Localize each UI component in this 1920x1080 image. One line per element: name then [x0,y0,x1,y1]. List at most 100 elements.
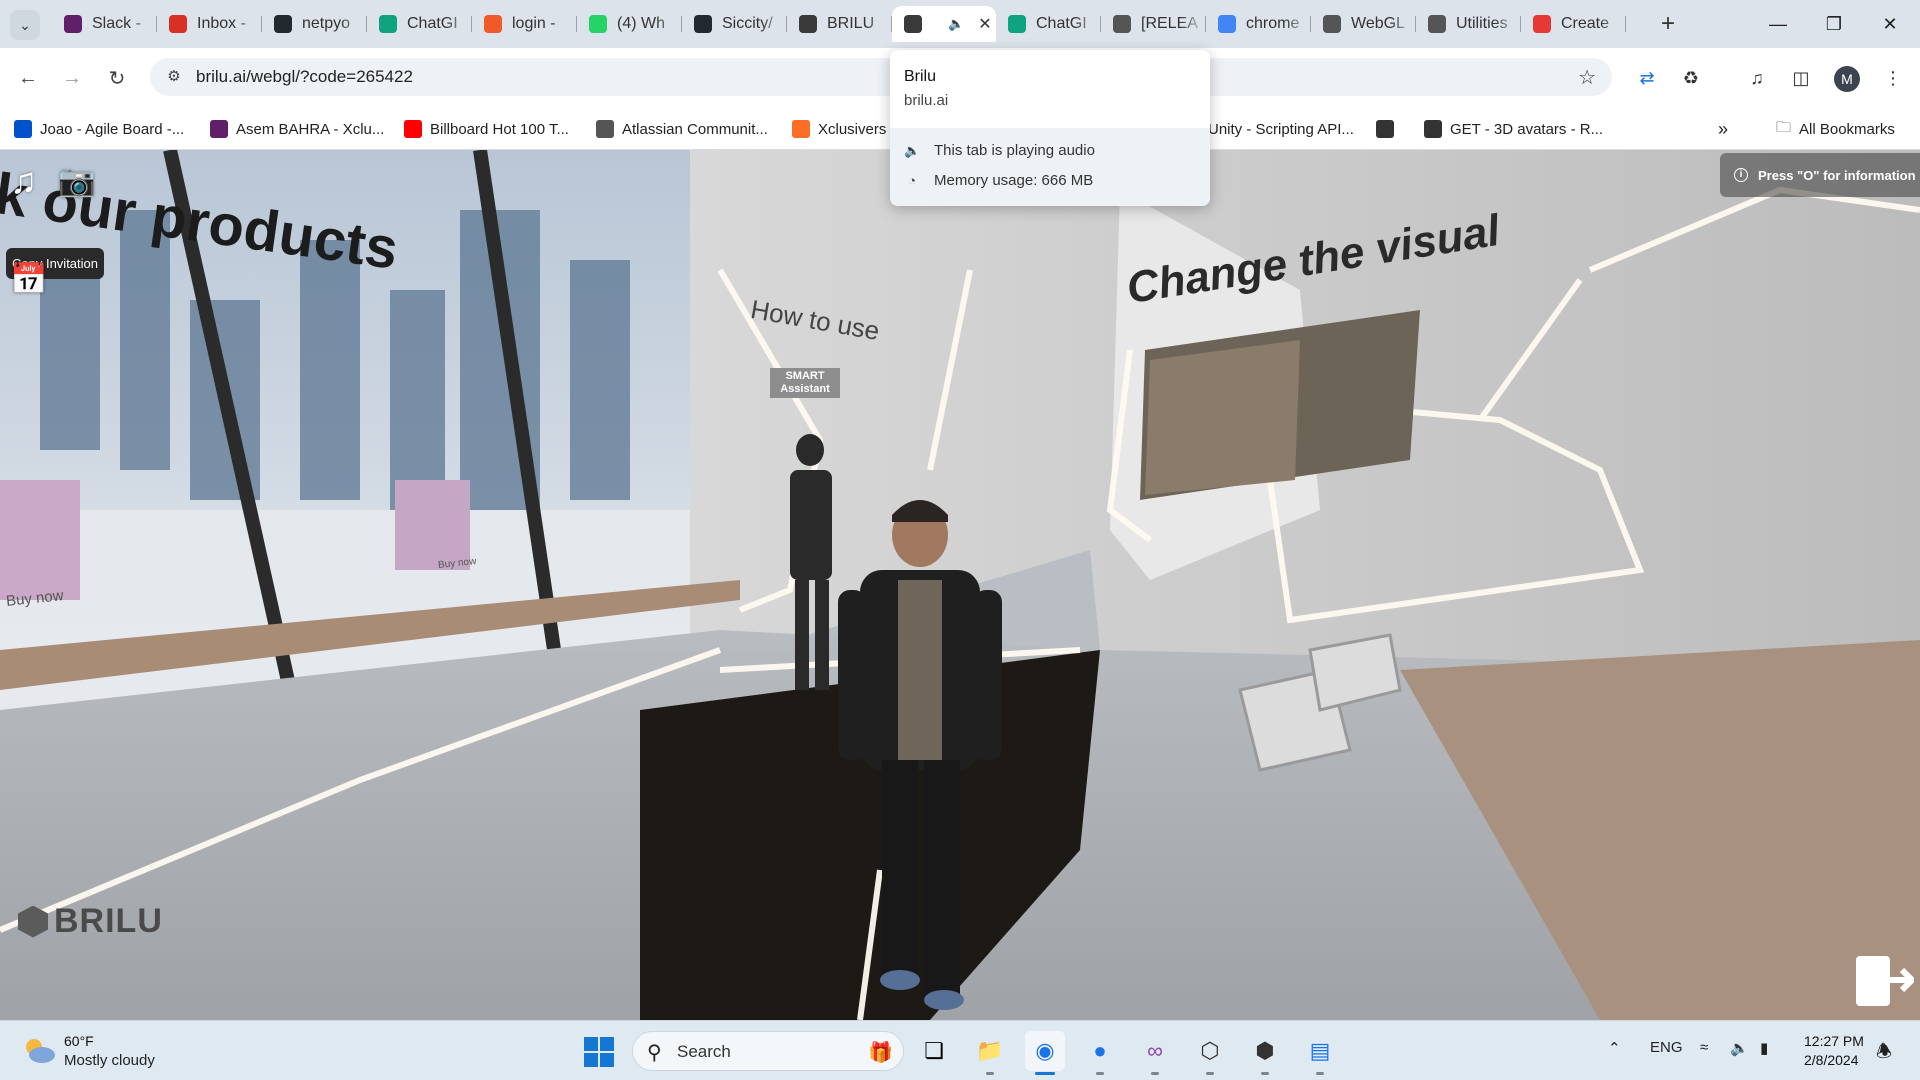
bookmark-item[interactable]: Unity - Scripting API... [1208,116,1354,142]
tab[interactable]: netpyo [262,6,367,42]
music-note-icon[interactable]: ♫ [10,160,37,202]
task-view-icon[interactable]: ❏ [914,1031,954,1071]
bookmark-item[interactable]: Atlassian Communit... [596,116,768,142]
tab[interactable]: [RELEA [1101,6,1206,42]
bookmark-item[interactable]: Xclusivers [792,116,886,142]
media-controls-icon[interactable]: ♫ [1744,65,1770,91]
tab[interactable]: Inbox - [157,6,262,42]
site-settings-icon[interactable]: ⚙ [164,67,184,87]
bookmark-item[interactable] [1376,116,1402,142]
wifi-icon[interactable]: ≈ [1700,1039,1708,1056]
close-window-button[interactable]: ✕ [1862,0,1918,48]
tab[interactable]: chrome [1206,6,1311,42]
chatgpt-icon [379,15,397,33]
address-bar[interactable]: ⚙ brilu.ai/webgl/?code=265422 ☆ [150,58,1612,96]
api-icon [1424,120,1442,138]
chrome-icon[interactable]: ◉ [1025,1031,1065,1075]
unity-icon [1113,15,1131,33]
tab[interactable]: (4) Wh [577,6,682,42]
bookmark-item[interactable]: Asem BAHRA - Xclu... [210,116,384,142]
all-bookmarks-label: All Bookmarks [1799,120,1895,138]
tab[interactable]: WebGL [1311,6,1416,42]
new-tab-button[interactable]: + [1652,8,1684,40]
clock-date[interactable]: 2/8/2024 [1804,1052,1859,1068]
notification-bell-icon[interactable]: 🕭 [1876,1039,1892,1069]
bookmark-item[interactable]: Joao - Agile Board -... [14,116,184,142]
taskbar-search[interactable]: ⚲ Search 🎁 [632,1031,904,1071]
unity-icon [1376,120,1394,138]
url-text[interactable]: brilu.ai/webgl/?code=265422 [196,67,413,87]
minimize-button[interactable]: — [1750,0,1806,48]
bookmark-star-icon[interactable]: ☆ [1578,65,1596,90]
tab[interactable]: ChatGI [367,6,472,42]
extensions-puzzle-icon[interactable]: ♻ [1678,65,1704,91]
slack-icon [64,15,82,33]
tab[interactable]: login - [472,6,577,42]
tab[interactable]: Utilities [1416,6,1521,42]
more-bookmarks-button[interactable]: » [1718,116,1728,142]
gmail-icon [169,15,187,33]
restore-button[interactable]: ❐ [1806,0,1862,48]
weather-temperature[interactable]: 60°F [64,1033,94,1049]
arrow-left-icon: ← [18,66,38,89]
language-indicator[interactable]: ENG [1650,1039,1683,1056]
bookmark-item[interactable]: GET - 3D avatars - R... [1424,116,1603,142]
minimize-icon: — [1769,13,1787,34]
tab[interactable]: Siccity/ [682,6,787,42]
jira-icon [14,120,32,138]
unity-hub-icon[interactable]: ⬡ [1190,1031,1230,1075]
unity-icon [1428,15,1446,33]
tab-fade [131,6,157,42]
profile-avatar[interactable]: M [1834,66,1860,92]
all-bookmarks-folder[interactable]: 🗀 All Bookmarks [1776,116,1895,142]
volume-icon[interactable]: 🔈 [1730,1039,1749,1057]
tab-search-button[interactable]: ⌄ [10,10,40,40]
tab-fade [551,6,577,42]
battery-icon[interactable]: ▮ [1760,1039,1768,1057]
tab-active[interactable]: 🔈 ✕ [892,6,996,42]
cloudy-weather-icon[interactable] [22,1035,56,1065]
speaker-icon[interactable]: 🔈 [948,16,964,32]
notepad-icon[interactable]: ▤ [1300,1031,1340,1075]
brilu-icon [904,15,922,33]
visual-studio-icon[interactable]: ∞ [1135,1031,1175,1075]
tab[interactable]: Slack - [52,6,157,42]
github-icon [694,15,712,33]
webgl-scene[interactable]: k our products How to use Change the vis… [0,150,1920,1020]
reload-icon: ↻ [108,67,126,90]
exit-door-icon[interactable] [1852,950,1914,1010]
reload-button[interactable]: ↻ [101,62,133,94]
file-explorer-icon[interactable]: 📁 [970,1031,1010,1075]
tab-fade [1600,6,1626,42]
camera-icon[interactable]: 📷 [58,164,95,199]
unity-editor-icon[interactable]: ⬢ [1245,1031,1285,1075]
tab[interactable]: BRILU [787,6,892,42]
brilu-logo-text: BRILU [54,902,163,940]
weather-description[interactable]: Mostly cloudy [64,1052,155,1069]
tab[interactable]: Create [1521,6,1626,42]
info-icon: i [1734,168,1748,182]
google-icon [1218,15,1236,33]
close-tab-icon[interactable]: ✕ [978,14,991,34]
extension-sync-icon[interactable]: ⇄ [1634,65,1660,91]
forward-button[interactable]: → [56,62,88,94]
info-hint[interactable]: i Press "O" for information [1720,153,1920,197]
start-button[interactable] [584,1037,614,1067]
tab-list: Slack - Inbox - netpyo ChatGI login - (4) Wh S… [52,6,1626,42]
create-icon [1533,15,1551,33]
hovercard-memory-text: Memory usage: 666 MB [934,172,1094,189]
tab[interactable]: ChatGI [996,6,1101,42]
tab-fade [1495,6,1521,42]
side-panel-icon[interactable]: ◫ [1788,65,1814,91]
maps-pin-icon[interactable]: ● [1080,1031,1120,1075]
close-icon: ✕ [1882,13,1898,34]
calendar-icon[interactable]: 📅 [10,262,47,297]
clock-time[interactable]: 12:27 PM [1804,1033,1864,1049]
menu-kebab-icon[interactable]: ⋮ [1880,65,1906,91]
back-button[interactable]: ← [12,62,44,94]
bookmark-item[interactable]: Billboard Hot 100 T... [404,116,569,142]
show-hidden-icons-chevron-icon[interactable]: ⌃ [1608,1039,1621,1057]
login-icon [484,15,502,33]
hovercard-domain: brilu.ai [904,92,949,109]
gift-icon: 🎁 [868,1042,893,1064]
